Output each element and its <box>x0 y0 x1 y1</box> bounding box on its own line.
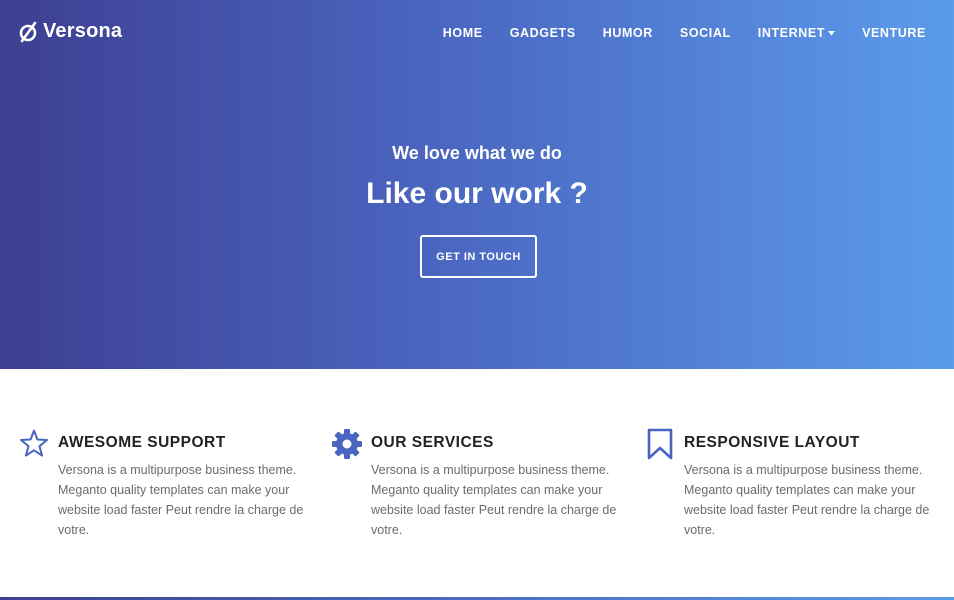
nav-item-humor[interactable]: HUMOR <box>603 26 653 40</box>
get-in-touch-button[interactable]: GET IN TOUCH <box>420 235 537 278</box>
hero-section: Versona HOME GADGETS HUMOR SOCIAL INTERN… <box>0 0 954 369</box>
nav-item-social[interactable]: SOCIAL <box>680 26 731 40</box>
feature-title: RESPONSIVE LAYOUT <box>684 434 860 451</box>
nav-item-label: GADGETS <box>509 26 576 40</box>
brand-logo[interactable]: Versona <box>18 20 122 43</box>
versona-logo-icon <box>19 21 37 42</box>
gear-icon <box>332 429 362 459</box>
feature-title: OUR SERVICES <box>371 434 494 451</box>
nav-item-home[interactable]: HOME <box>443 26 483 40</box>
hero-headline: Like our work ? <box>366 177 588 210</box>
nav-item-label: INTERNET <box>757 26 826 40</box>
main-nav: HOME GADGETS HUMOR SOCIAL INTERNET VENTU… <box>416 26 926 40</box>
hero-tagline: We love what we do <box>392 143 562 163</box>
caret-down-icon <box>828 30 836 35</box>
star-icon <box>20 429 48 457</box>
nav-item-venture[interactable]: VENTURE <box>862 26 926 40</box>
bookmark-icon <box>647 428 673 460</box>
nav-item-label: HUMOR <box>602 26 653 40</box>
nav-item-internet[interactable]: INTERNET <box>757 26 836 40</box>
brand-name: Versona <box>43 20 123 42</box>
feature-description: Versona is a multipurpose business theme… <box>58 463 304 537</box>
get-in-touch-label: GET IN TOUCH <box>436 250 521 263</box>
nav-item-gadgets[interactable]: GADGETS <box>510 26 576 40</box>
feature-title: AWESOME SUPPORT <box>58 434 226 451</box>
nav-item-label: SOCIAL <box>679 26 731 40</box>
nav-item-label: HOME <box>442 26 483 40</box>
nav-item-label: VENTURE <box>862 26 926 40</box>
feature-description: Versona is a multipurpose business theme… <box>371 463 617 537</box>
feature-description: Versona is a multipurpose business theme… <box>684 463 930 537</box>
